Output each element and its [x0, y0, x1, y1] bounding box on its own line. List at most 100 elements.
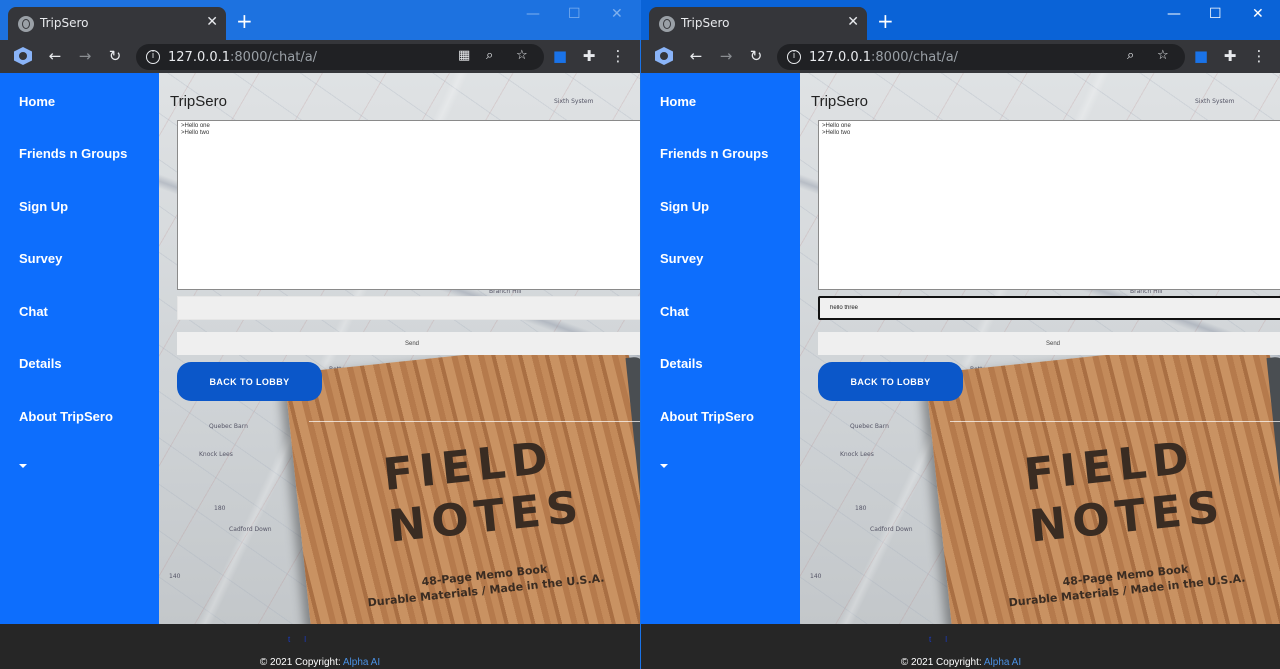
footer-link[interactable]: l: [945, 635, 947, 644]
page-title: TripSero: [170, 93, 227, 110]
nav-sign-up[interactable]: Sign Up: [660, 199, 709, 214]
copyright-text: © 2021 Copyright:: [900, 657, 984, 668]
browser-tab[interactable]: TripSero ✕: [8, 7, 226, 40]
extension-hex-icon[interactable]: [14, 47, 32, 65]
new-tab-icon[interactable]: +: [236, 11, 253, 31]
new-tab-icon[interactable]: +: [877, 11, 894, 31]
map-label: 140: [169, 573, 181, 580]
map-label: Sixth System: [554, 98, 594, 105]
copyright-link[interactable]: Alpha AI: [343, 657, 380, 668]
address-bar[interactable]: i 127.0.0.1:8000/chat/a/ ▦ ⌕ ☆: [136, 44, 544, 70]
nav-home[interactable]: Home: [660, 94, 696, 109]
puzzle-icon[interactable]: ✚: [1220, 46, 1240, 66]
caret-down-icon[interactable]: [660, 464, 668, 468]
map-label: Knock Lees: [840, 451, 874, 458]
footer-links: tl: [288, 635, 320, 644]
star-icon[interactable]: ☆: [1157, 48, 1169, 63]
title-bar: TripSero ✕ + — ☐ ✕: [641, 0, 1280, 40]
close-tab-icon[interactable]: ✕: [847, 14, 859, 30]
nav-chat[interactable]: Chat: [660, 304, 689, 319]
browser-tab[interactable]: TripSero ✕: [649, 7, 867, 40]
nav-home[interactable]: Home: [19, 94, 55, 109]
url-path: :8000/chat/a/: [871, 50, 959, 65]
back-to-lobby-button[interactable]: BACK TO LOBBY: [818, 362, 963, 401]
zoom-icon[interactable]: ⌕: [1127, 48, 1134, 63]
map-label: 180: [855, 505, 867, 512]
chat-log[interactable]: >Hello one >Hello two: [818, 120, 1280, 290]
map-label: 140: [810, 573, 822, 580]
footer: tl © 2021 Copyright: Alpha AI: [0, 624, 640, 669]
meet-icon[interactable]: ■: [550, 46, 570, 66]
forward-arrow-icon[interactable]: →: [716, 46, 736, 66]
maximize-icon[interactable]: ☐: [568, 6, 581, 22]
caret-down-icon[interactable]: [19, 464, 27, 468]
field-notes-image: FIELD NOTES 48-Page Memo Book Durable Ma…: [284, 337, 640, 624]
map-label: Sixth System: [1195, 98, 1235, 105]
copyright-link[interactable]: Alpha AI: [984, 657, 1021, 668]
map-label: 180: [214, 505, 226, 512]
forward-arrow-icon[interactable]: →: [75, 46, 95, 66]
divider: [309, 421, 640, 422]
info-icon[interactable]: i: [787, 50, 801, 64]
more-icon[interactable]: ⋮: [608, 46, 628, 66]
nav-sign-up[interactable]: Sign Up: [19, 199, 68, 214]
footer-link[interactable]: t: [288, 635, 290, 644]
map-label: Cadford Down: [870, 526, 913, 533]
puzzle-icon[interactable]: ✚: [579, 46, 599, 66]
message-input[interactable]: [177, 296, 640, 320]
map-label: Cadford Down: [229, 526, 272, 533]
page-viewport: Home Friends n Groups Sign Up Survey Cha…: [0, 73, 640, 669]
minimize-icon[interactable]: —: [1167, 6, 1181, 22]
back-to-lobby-button[interactable]: BACK TO LOBBY: [177, 362, 322, 401]
title-bar: TripSero ✕ + — ☐ ✕: [0, 0, 640, 40]
zoom-icon[interactable]: ⌕: [486, 48, 493, 63]
browser-window-left: TripSero ✕ + — ☐ ✕ ← → ↻ i 127.0.0.1:800…: [0, 0, 640, 669]
nav-details[interactable]: Details: [19, 356, 62, 371]
footer-link[interactable]: t: [929, 635, 931, 644]
browser-toolbar: ← → ↻ i 127.0.0.1:8000/chat/a/ ▦ ⌕ ☆ ■ ✚…: [0, 40, 640, 73]
nav-friends-n-groups[interactable]: Friends n Groups: [660, 146, 768, 161]
page-viewport: Home Friends n Groups Sign Up Survey Cha…: [641, 73, 1280, 669]
map-label: Quebec Barn: [209, 423, 248, 430]
copyright: © 2021 Copyright: Alpha AI: [641, 657, 1280, 668]
notebook-subtitle: 48-Page Memo Book Durable Materials / Ma…: [1005, 556, 1247, 611]
meet-icon[interactable]: ■: [1191, 46, 1211, 66]
close-window-icon[interactable]: ✕: [1252, 6, 1264, 22]
star-icon[interactable]: ☆: [516, 48, 528, 63]
info-icon[interactable]: i: [146, 50, 160, 64]
nav-about-tripsero[interactable]: About TripSero: [19, 409, 113, 424]
main-content: Sixth System Quebec Barn Cadford Down Br…: [800, 73, 1280, 624]
footer-link[interactable]: l: [304, 635, 306, 644]
browser-toolbar: ← → ↻ i 127.0.0.1:8000/chat/a/ ⌕ ☆ ■ ✚ ⋮: [641, 40, 1280, 73]
notebook-title: FIELD NOTES: [381, 430, 587, 554]
back-arrow-icon[interactable]: ←: [45, 46, 65, 66]
more-icon[interactable]: ⋮: [1249, 46, 1269, 66]
nav-survey[interactable]: Survey: [19, 251, 62, 266]
send-button[interactable]: Send: [818, 332, 1280, 355]
field-notes-image: FIELD NOTES 48-Page Memo Book Durable Ma…: [925, 337, 1280, 624]
message-input[interactable]: [818, 296, 1280, 320]
nav-about-tripsero[interactable]: About TripSero: [660, 409, 754, 424]
url-host: 127.0.0.1: [809, 50, 872, 65]
reload-icon[interactable]: ↻: [746, 46, 766, 66]
tab-title: TripSero: [681, 16, 730, 30]
chat-log[interactable]: >Hello one >Hello two: [177, 120, 640, 290]
url-text: 127.0.0.1:8000/chat/a/: [809, 50, 958, 65]
back-arrow-icon[interactable]: ←: [686, 46, 706, 66]
address-bar[interactable]: i 127.0.0.1:8000/chat/a/ ⌕ ☆: [777, 44, 1185, 70]
close-tab-icon[interactable]: ✕: [206, 14, 218, 30]
minimize-icon[interactable]: —: [526, 6, 540, 22]
nav-friends-n-groups[interactable]: Friends n Groups: [19, 146, 127, 161]
main-content: Sixth System Quebec Barn Cadford Down Br…: [159, 73, 640, 624]
qr-icon[interactable]: ▦: [458, 48, 470, 63]
extension-hex-icon[interactable]: [655, 47, 673, 65]
nav-survey[interactable]: Survey: [660, 251, 703, 266]
reload-icon[interactable]: ↻: [105, 46, 125, 66]
nav-details[interactable]: Details: [660, 356, 703, 371]
close-window-icon[interactable]: ✕: [611, 6, 623, 22]
nav-chat[interactable]: Chat: [19, 304, 48, 319]
sidebar: Home Friends n Groups Sign Up Survey Cha…: [0, 73, 159, 624]
send-button[interactable]: Send: [177, 332, 640, 355]
map-label: Knock Lees: [199, 451, 233, 458]
maximize-icon[interactable]: ☐: [1209, 6, 1222, 22]
